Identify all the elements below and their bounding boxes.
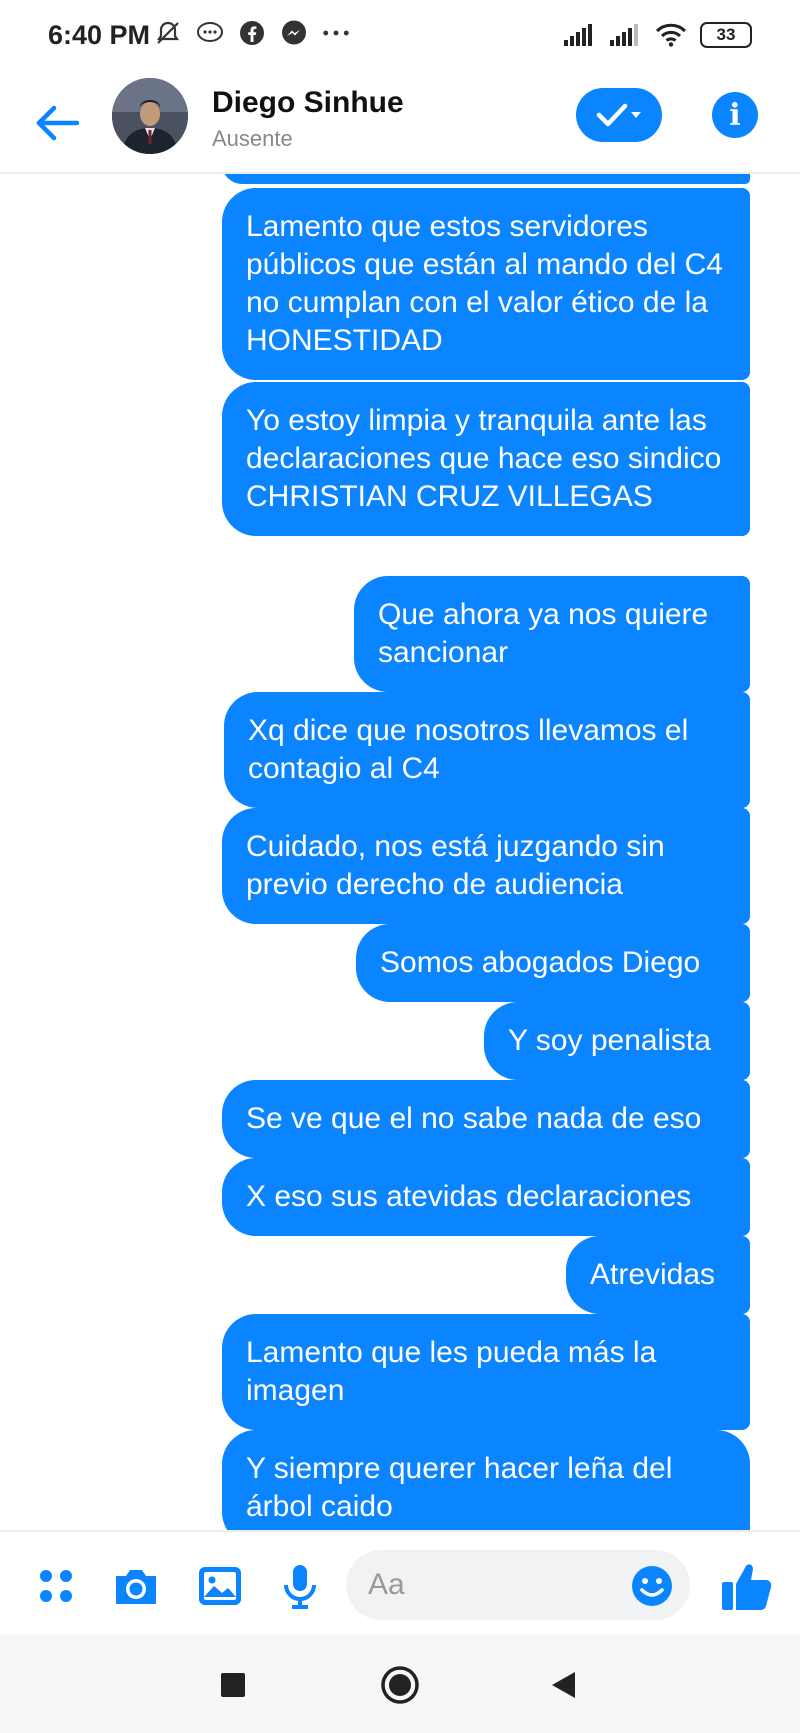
camera-button[interactable]: [112, 1562, 160, 1610]
wifi-icon: [654, 20, 688, 50]
message-text: X eso sus atevidas declaraciones: [246, 1180, 692, 1213]
emoji-icon: [632, 1566, 672, 1606]
message-bubble[interactable]: Y siempre querer hacer leña del árbol ca…: [222, 1430, 750, 1530]
message-text: Atrevidas: [590, 1258, 716, 1291]
system-icons: 33: [562, 20, 752, 50]
mute-icon: [154, 18, 182, 48]
battery-icon: 33: [700, 22, 752, 48]
message-text: Que ahora ya nos quiere sancionar: [378, 598, 709, 669]
conversation-header: Diego Sinhue Ausente i: [0, 72, 800, 174]
home-button[interactable]: [377, 1662, 423, 1708]
back-button[interactable]: [30, 96, 84, 150]
status-bar: 6:40 PM 33: [0, 0, 800, 72]
info-button[interactable]: i: [712, 92, 758, 138]
message-text: Yo estoy limpia y tranquila ante las dec…: [246, 404, 722, 513]
microphone-button[interactable]: [276, 1562, 324, 1610]
menu-dots-icon: [40, 1570, 72, 1602]
message-bubble[interactable]: Cuidado, nos está juzgando sin previo de…: [222, 808, 750, 924]
back-arrow-icon: [36, 105, 79, 141]
contact-status: Ausente: [212, 126, 293, 151]
message-bubble[interactable]: Xq dice que nosotros llevamos el contagi…: [224, 692, 750, 808]
signal-icon: [562, 20, 596, 50]
message-bubble[interactable]: Somos abogados Diego: [356, 924, 750, 1002]
messenger-icon: [280, 18, 308, 48]
signal-icon: [608, 20, 642, 50]
message-text: Xq dice que nosotros llevamos el contagi…: [248, 714, 689, 785]
microphone-icon: [284, 1565, 316, 1609]
recent-apps-icon: [221, 1673, 245, 1697]
system-nav-bar: [0, 1634, 800, 1733]
recent-apps-button[interactable]: [210, 1662, 256, 1708]
nav-back-button[interactable]: [540, 1662, 586, 1708]
message-text: Lamento que estos servidores públicos qu…: [246, 210, 723, 357]
gallery-button[interactable]: [196, 1562, 244, 1610]
status-time: 6:40 PM: [48, 20, 151, 50]
facebook-icon: [238, 18, 266, 48]
check-dropdown-button[interactable]: [576, 88, 662, 142]
menu-dots-button[interactable]: [32, 1562, 80, 1610]
message-bubble[interactable]: Lamento que les pueda más la imagen: [222, 1314, 750, 1430]
more-dots-icon: [322, 18, 350, 48]
message-composer: [0, 1530, 800, 1634]
message-text: Y siempre querer hacer leña del árbol ca…: [246, 1452, 673, 1523]
emoji-button[interactable]: [630, 1564, 674, 1608]
message-bubble[interactable]: X eso sus atevidas declaraciones: [222, 1158, 750, 1236]
message-bubble[interactable]: Que ahora ya nos quiere sancionar: [354, 576, 750, 692]
back-icon: [552, 1672, 575, 1698]
gallery-icon: [199, 1567, 241, 1605]
check-dropdown-icon: [596, 103, 641, 127]
message-text: Somos abogados Diego: [380, 946, 701, 979]
avatar[interactable]: [112, 78, 188, 154]
message-bubble-partial[interactable]: [222, 174, 750, 184]
message-bubble[interactable]: Lamento que estos servidores públicos qu…: [222, 188, 750, 380]
messenger-bubble-icon: [196, 18, 224, 48]
camera-icon: [116, 1570, 156, 1604]
message-text: Y soy penalista: [508, 1024, 711, 1057]
message-list[interactable]: Lamento que estos servidores públicos qu…: [0, 174, 800, 1530]
home-icon: [381, 1666, 419, 1704]
message-bubble[interactable]: Y soy penalista: [484, 1002, 750, 1080]
like-button[interactable]: [720, 1560, 774, 1614]
message-text: Se ve que el no sabe nada de eso: [246, 1102, 702, 1135]
info-icon: i: [729, 97, 741, 133]
message-bubble[interactable]: Se ve que el no sabe nada de eso: [222, 1080, 750, 1158]
notification-icons: [154, 18, 350, 48]
message-text: Cuidado, nos está juzgando sin previo de…: [246, 830, 665, 901]
message-bubble[interactable]: Yo estoy limpia y tranquila ante las dec…: [222, 382, 750, 536]
thumbs-up-icon: [722, 1564, 772, 1610]
contact-name[interactable]: Diego Sinhue: [212, 86, 404, 120]
message-bubble[interactable]: Atrevidas: [566, 1236, 750, 1314]
message-text: Lamento que les pueda más la imagen: [246, 1336, 657, 1407]
battery-level: 33: [716, 25, 736, 44]
